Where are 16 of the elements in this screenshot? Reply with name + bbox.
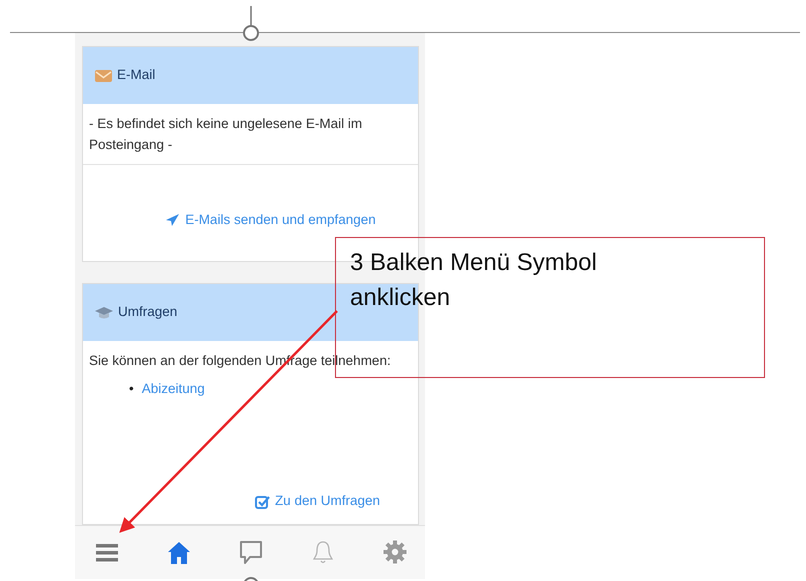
card-title: E-Mail bbox=[117, 66, 156, 84]
checkbox-icon bbox=[254, 494, 270, 509]
surveys-link[interactable]: Zu den Umfragen bbox=[254, 491, 380, 512]
chat-icon bbox=[239, 540, 263, 565]
home-icon bbox=[167, 540, 191, 565]
survey-link[interactable]: Abizeitung bbox=[142, 380, 205, 398]
chat-button[interactable] bbox=[237, 538, 265, 567]
graduation-cap-icon bbox=[95, 304, 113, 320]
paper-plane-icon bbox=[165, 212, 180, 227]
bell-icon bbox=[311, 540, 335, 565]
settings-icon bbox=[383, 540, 407, 565]
card-title: Umfragen bbox=[118, 303, 178, 322]
card-message: - Es befindet sich keine ungelesene E-Mail im Posteingang - bbox=[89, 115, 364, 154]
email-link[interactable]: E-Mails senden und empfangen bbox=[165, 210, 376, 230]
bullet-point: • bbox=[129, 380, 134, 398]
envelope-icon bbox=[95, 68, 112, 82]
